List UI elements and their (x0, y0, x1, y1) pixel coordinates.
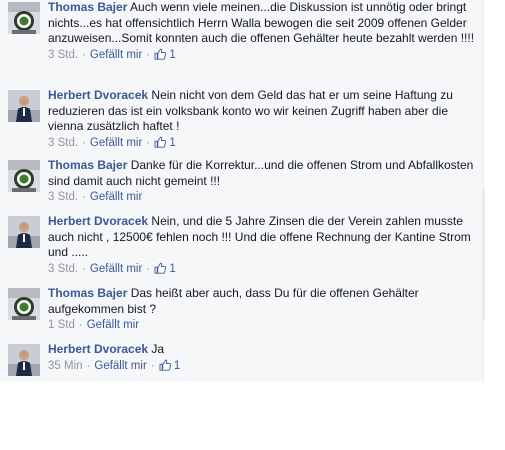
separator-dot: · (82, 48, 86, 61)
comment-timestamp[interactable]: 1 Std (48, 319, 75, 331)
like-button[interactable]: Gefällt mir (90, 263, 142, 275)
thumbs-up-icon[interactable] (154, 262, 167, 274)
comment-timestamp[interactable]: 3 Std. (48, 263, 78, 275)
comment-timestamp[interactable]: 3 Std. (48, 191, 78, 203)
comment-meta: 3 Std. · Gefällt mir · 1 (48, 261, 478, 277)
like-button[interactable]: Gefällt mir (90, 49, 142, 61)
comment-author-link[interactable]: Herbert Dvoracek (48, 342, 148, 356)
comment-body: Herbert Dvoracek Nein, und die 5 Jahre Z… (48, 214, 478, 277)
like-count[interactable]: 1 (169, 49, 175, 61)
comment-body: Thomas Bajer Danke für die Korrektur...u… (48, 158, 478, 205)
comment-body: Herbert Dvoracek Ja 35 Min · Gefällt mir · … (48, 342, 478, 374)
comment-meta: 1 Std · Gefällt mir (48, 317, 478, 333)
comment-item: Thomas Bajer Das heißt aber auch, dass D… (0, 286, 484, 336)
separator-dot: · (82, 191, 86, 203)
separator-dot: · (82, 136, 86, 149)
comment-item: Thomas Bajer Danke für die Korrektur...u… (0, 158, 484, 208)
comment-body: Thomas Bajer Auch wenn viele meinen...di… (48, 0, 478, 63)
like-count[interactable]: 1 (169, 137, 175, 149)
club-logo-avatar-icon[interactable] (8, 160, 40, 192)
comment-meta: 35 Min · Gefällt mir · 1 (48, 358, 478, 374)
separator-dot: · (146, 48, 151, 61)
comment-item: Herbert Dvoracek Nein nicht von dem Geld… (0, 88, 484, 152)
comment-thread: Thomas Bajer Auch wenn viele meinen...di… (0, 0, 485, 381)
comment-item: Herbert Dvoracek Nein, und die 5 Jahre Z… (0, 214, 484, 278)
person-photo-avatar-icon[interactable] (8, 216, 40, 248)
comment-author-link[interactable]: Thomas Bajer (48, 0, 127, 14)
scrollbar[interactable] (482, 190, 485, 320)
thumbs-up-icon[interactable] (154, 48, 167, 60)
like-button[interactable]: Gefällt mir (90, 191, 142, 203)
club-logo-avatar-icon[interactable] (8, 2, 40, 34)
comment-timestamp[interactable]: 35 Min (48, 360, 83, 372)
comment-text: Ja (151, 342, 165, 356)
like-count[interactable]: 1 (174, 360, 180, 372)
separator-dot: · (82, 262, 86, 275)
like-button[interactable]: Gefällt mir (94, 360, 146, 372)
comment-item: Thomas Bajer Auch wenn viele meinen...di… (0, 0, 484, 82)
like-button[interactable]: Gefällt mir (90, 137, 142, 149)
person-photo-avatar-icon[interactable] (8, 90, 40, 122)
person-photo-avatar-icon[interactable] (8, 344, 40, 376)
comment-author-link[interactable]: Thomas Bajer (48, 158, 127, 172)
comment-body: Herbert Dvoracek Nein nicht von dem Geld… (48, 88, 478, 151)
comment-author-link[interactable]: Thomas Bajer (48, 286, 127, 300)
thumbs-up-icon[interactable] (154, 136, 167, 148)
comment-author-link[interactable]: Herbert Dvoracek (48, 214, 148, 228)
separator-dot: · (146, 136, 151, 149)
club-logo-avatar-icon[interactable] (8, 288, 40, 320)
comment-meta: 3 Std. · Gefällt mir (48, 189, 478, 205)
like-button[interactable]: Gefällt mir (87, 319, 139, 331)
comment-author-link[interactable]: Herbert Dvoracek (48, 88, 148, 102)
thumbs-up-icon[interactable] (159, 359, 171, 371)
separator-dot: · (150, 359, 155, 372)
comment-body: Thomas Bajer Das heißt aber auch, dass D… (48, 286, 478, 333)
comment-meta: 3 Std. · Gefällt mir · 1 (48, 135, 478, 151)
separator-dot: · (78, 319, 83, 331)
like-count[interactable]: 1 (169, 263, 175, 275)
comment-meta: 3 Std. · Gefällt mir · 1 (48, 47, 478, 63)
comment-timestamp[interactable]: 3 Std. (48, 49, 78, 61)
separator-dot: · (146, 262, 151, 275)
comment-item: Herbert Dvoracek Ja 35 Min · Gefällt mir · … (0, 342, 484, 378)
separator-dot: · (86, 359, 91, 372)
comment-timestamp[interactable]: 3 Std. (48, 137, 78, 149)
